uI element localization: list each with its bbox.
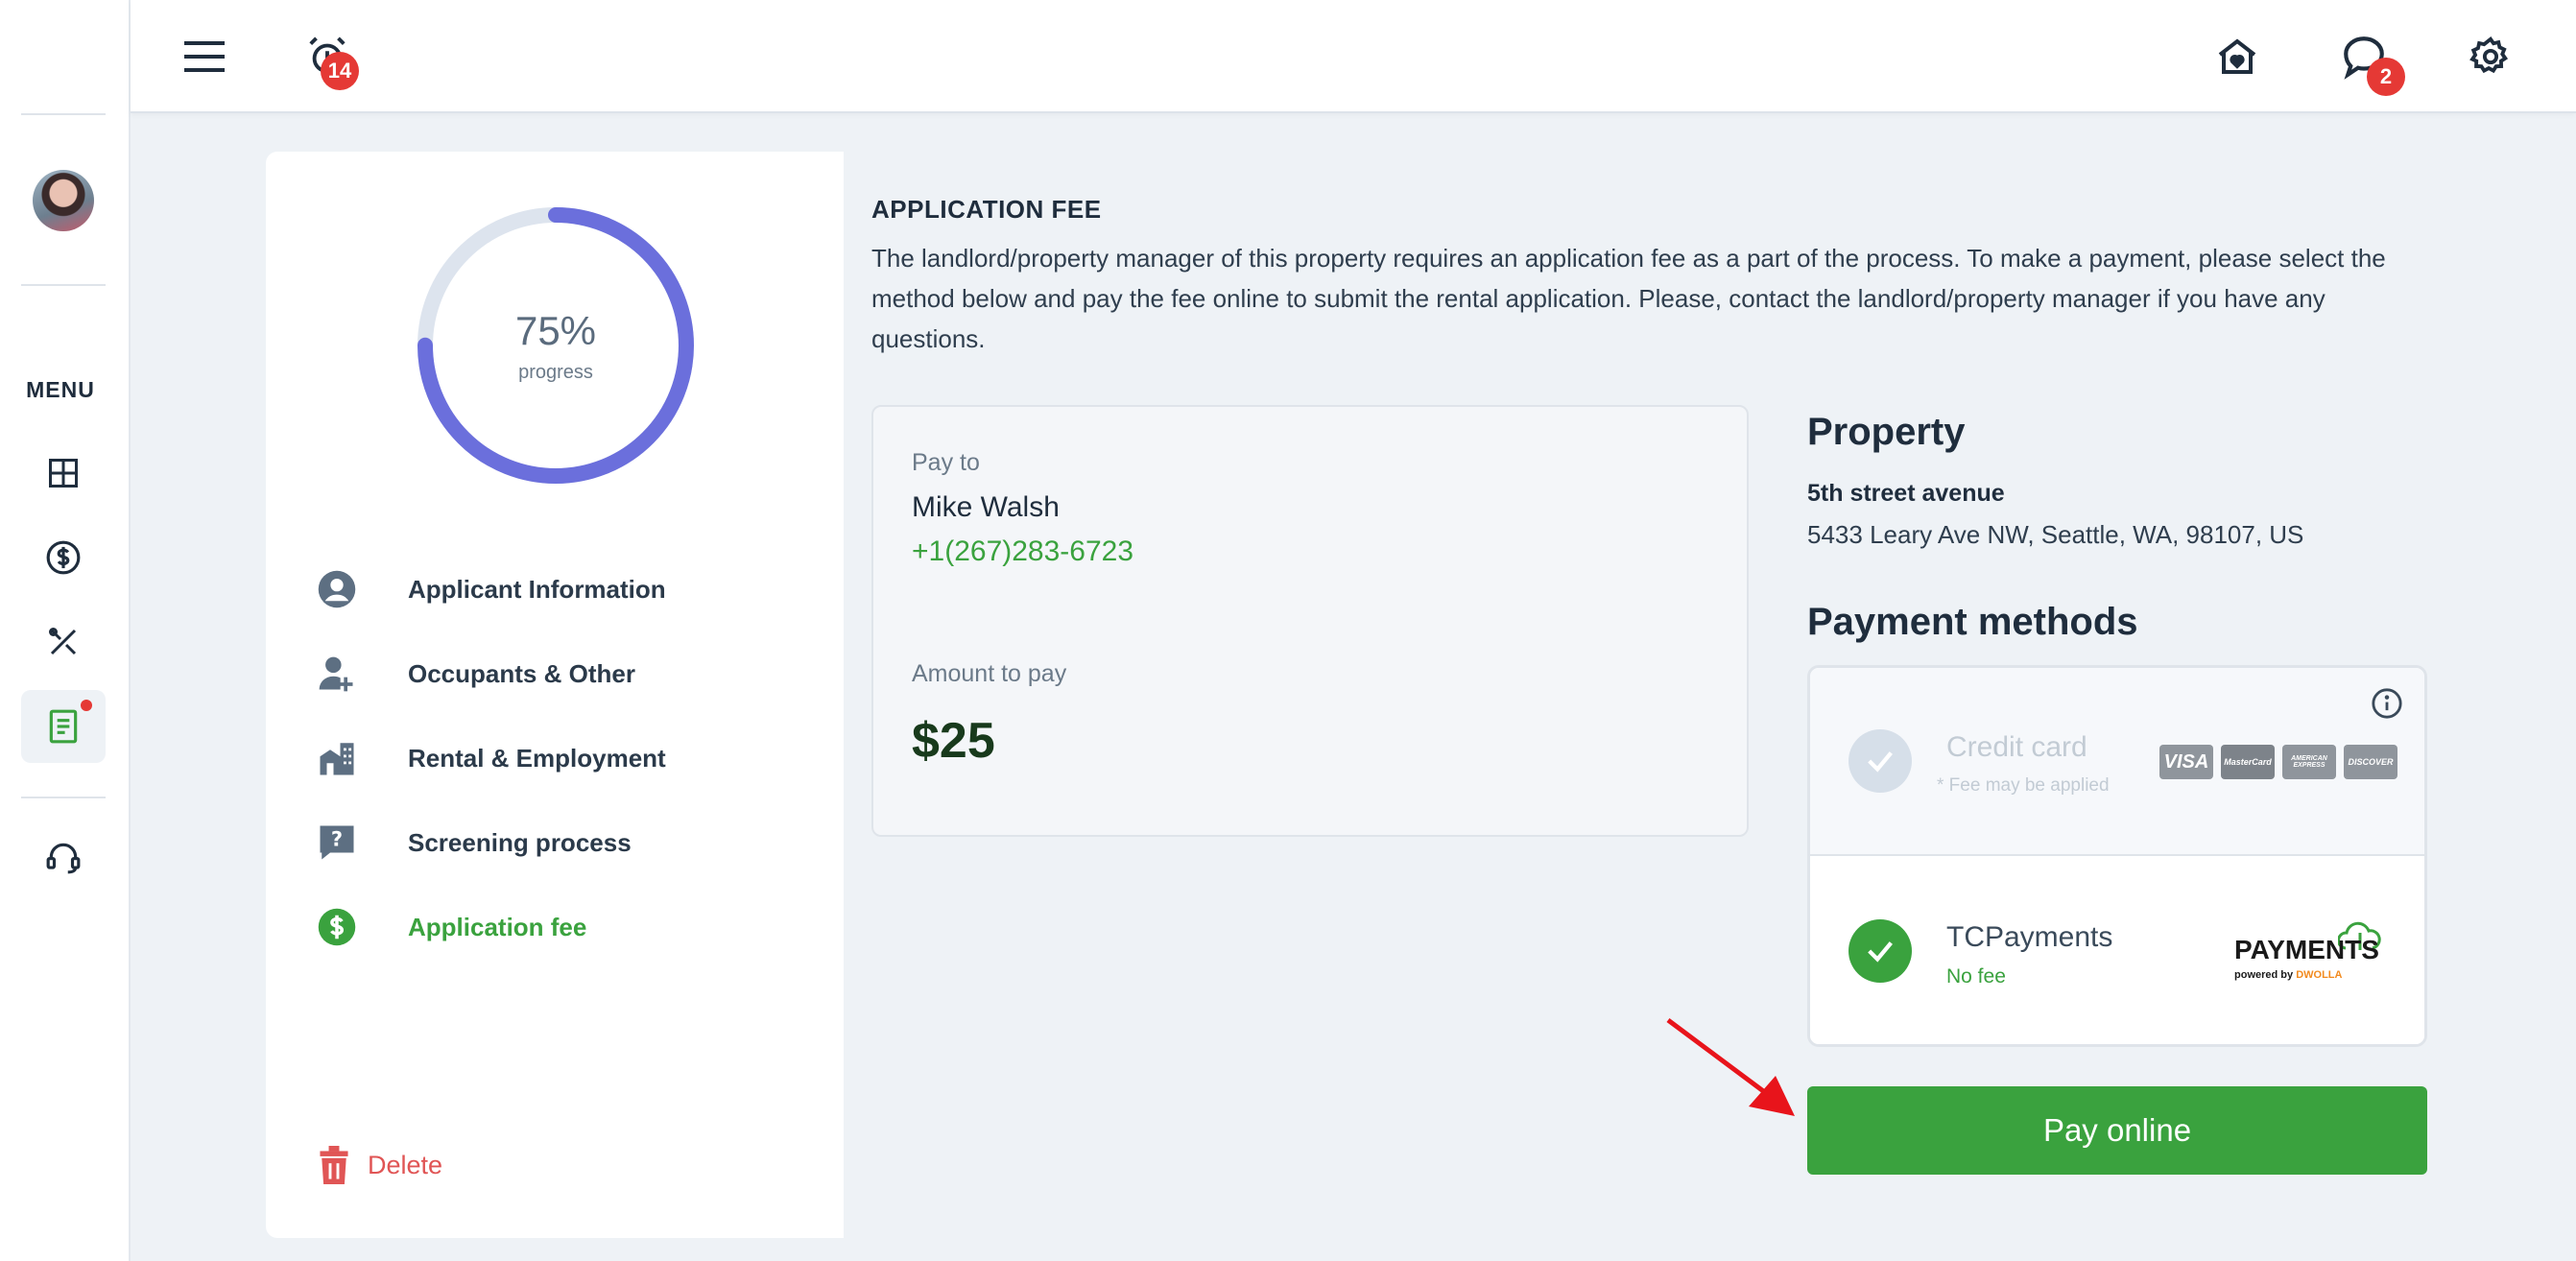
home-button[interactable] xyxy=(2204,23,2271,90)
card-brand-logos: VISA MasterCard AMERICAN EXPRESS DISCOVE… xyxy=(2159,745,2397,779)
pointer-arrow-icon xyxy=(1666,1017,1795,1116)
user-circle-icon xyxy=(314,566,360,612)
top-bar: 14 2 xyxy=(131,0,2576,113)
check-circle-icon xyxy=(1849,919,1912,983)
rail-divider xyxy=(21,113,106,115)
gear-icon xyxy=(2469,36,2509,74)
payment-option-credit-card[interactable]: Credit card * Fee may be applied VISA Ma… xyxy=(1810,668,2424,856)
delete-label: Delete xyxy=(368,1150,443,1179)
pay-to-label: Pay to xyxy=(912,449,980,476)
step-label: Applicant Information xyxy=(408,574,666,604)
home-heart-icon xyxy=(2218,38,2256,74)
question-chat-icon: ? xyxy=(314,820,360,866)
tools-icon xyxy=(49,628,77,655)
document-icon xyxy=(49,709,78,744)
payments-brand-logo: PAYMENTS powered by DWOLLA xyxy=(2232,921,2396,983)
step-screening-process[interactable]: ? Screening process xyxy=(314,814,632,871)
nav-dashboard[interactable] xyxy=(21,437,106,510)
step-label: Rental & Employment xyxy=(408,743,666,773)
step-rental-employment[interactable]: Rental & Employment xyxy=(314,729,666,787)
dashboard-icon xyxy=(49,459,78,488)
rail-divider xyxy=(21,284,106,286)
messages-count-badge: 2 xyxy=(2367,58,2405,96)
payment-methods-list: Credit card * Fee may be applied VISA Ma… xyxy=(1807,665,2427,1047)
step-occupants[interactable]: Occupants & Other xyxy=(314,645,635,702)
nav-support[interactable] xyxy=(21,821,106,893)
dollar-icon xyxy=(46,540,81,575)
payee-name: Mike Walsh xyxy=(912,491,1060,523)
payment-summary-card: Pay to Mike Walsh +1(267)283-6723 Amount… xyxy=(871,405,1749,837)
visa-logo: VISA xyxy=(2159,745,2213,779)
dollar-circle-icon xyxy=(314,904,360,950)
alerts-count-badge: 14 xyxy=(321,52,359,90)
amount-value: $25 xyxy=(912,713,995,769)
progress-ring: 75% progress xyxy=(412,202,700,489)
page-title: APPLICATION FEE xyxy=(871,195,1102,224)
payment-option-name: TCPayments xyxy=(1946,921,2113,953)
settings-button[interactable] xyxy=(2457,23,2524,90)
payment-option-note: * Fee may be applied xyxy=(1937,775,2110,796)
fee-description: The landlord/property manager of this pr… xyxy=(871,244,2386,353)
check-circle-icon xyxy=(1849,729,1912,793)
user-plus-icon xyxy=(314,651,360,697)
step-label: Occupants & Other xyxy=(408,658,635,688)
property-address: 5433 Leary Ave NW, Seattle, WA, 98107, U… xyxy=(1807,520,2304,549)
messages-button[interactable]: 2 xyxy=(2330,23,2405,96)
progress-percent: 75% xyxy=(514,307,597,353)
application-steps-panel: 75% progress Applicant Information Occup… xyxy=(266,152,844,1238)
rail-divider xyxy=(21,797,106,798)
avatar[interactable] xyxy=(33,170,94,231)
payment-option-tcpayments[interactable]: TCPayments No fee PAYMENTS powered by DW… xyxy=(1810,858,2424,1044)
property-name: 5th street avenue xyxy=(1807,480,2005,507)
hamburger-icon xyxy=(184,41,225,72)
property-title: Property xyxy=(1807,411,1966,453)
payee-phone[interactable]: +1(267)283-6723 xyxy=(912,535,1133,568)
payment-option-name: Credit card xyxy=(1946,731,2087,763)
payments-logo-text: PAYMENTS xyxy=(2234,935,2379,964)
step-applicant-information[interactable]: Applicant Information xyxy=(314,560,666,618)
nav-applications[interactable] xyxy=(21,690,106,763)
nav-accounting[interactable] xyxy=(21,521,106,594)
mastercard-logo: MasterCard xyxy=(2221,745,2275,779)
alerts-button[interactable]: 14 xyxy=(294,23,361,90)
trash-icon xyxy=(320,1146,348,1184)
menu-label: MENU xyxy=(26,377,95,402)
amount-label: Amount to pay xyxy=(912,660,1067,687)
side-rail: MENU xyxy=(0,0,131,1261)
payment-option-note: No fee xyxy=(1946,965,2006,987)
discover-logo: DISCOVER xyxy=(2344,745,2397,779)
step-label: Application fee xyxy=(408,912,587,941)
payment-methods-title: Payment methods xyxy=(1807,601,2138,643)
svg-text:?: ? xyxy=(331,828,343,851)
pay-online-button[interactable]: Pay online xyxy=(1807,1086,2427,1175)
delete-application-button[interactable]: Delete xyxy=(316,1146,442,1184)
building-icon xyxy=(314,735,360,781)
progress-label: progress xyxy=(518,361,593,383)
info-icon[interactable] xyxy=(2371,687,2403,720)
amex-logo: AMERICAN EXPRESS xyxy=(2282,745,2336,779)
payments-logo-sub: powered by DWOLLA xyxy=(2234,969,2343,981)
notification-dot xyxy=(81,700,92,711)
nav-maintenance[interactable] xyxy=(21,606,106,678)
step-application-fee[interactable]: Application fee xyxy=(314,898,586,956)
menu-toggle-button[interactable] xyxy=(171,23,238,90)
step-label: Screening process xyxy=(408,827,632,857)
headset-icon xyxy=(46,843,81,874)
